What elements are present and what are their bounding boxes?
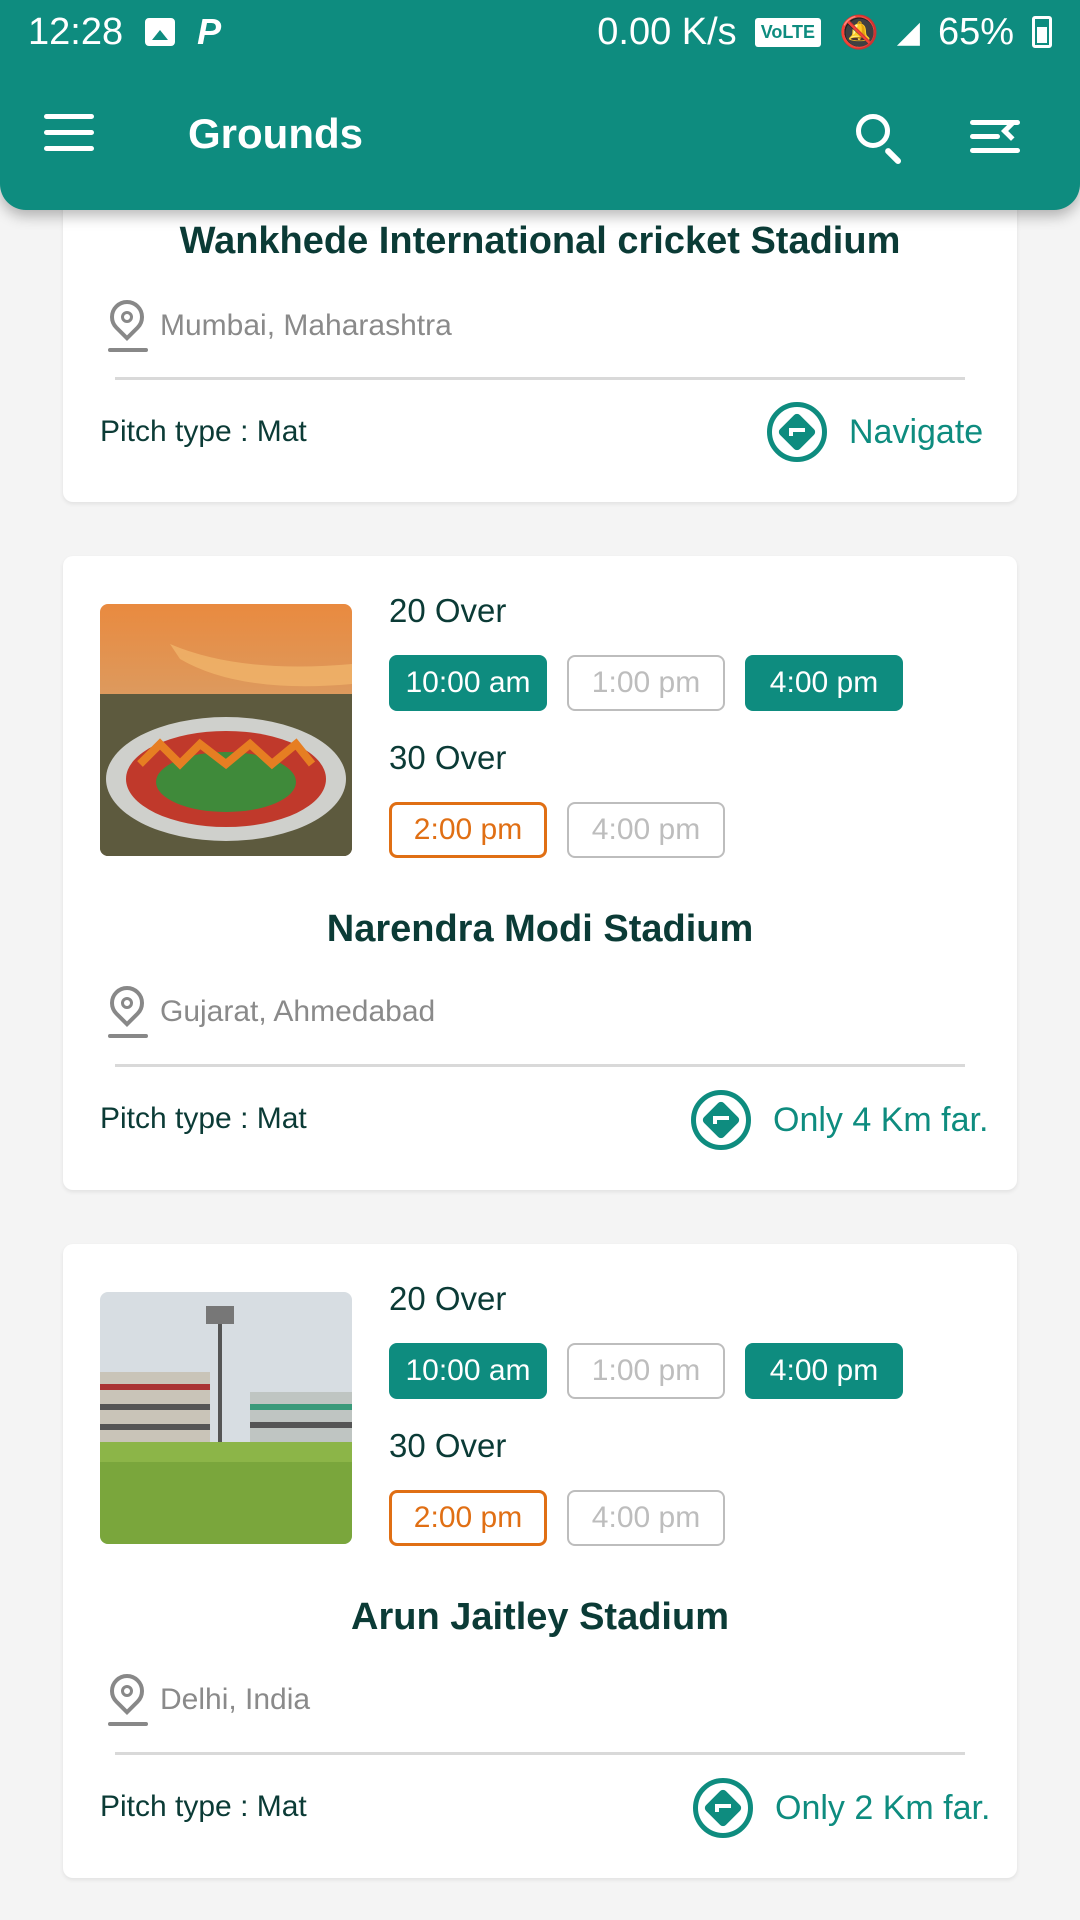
- location-pin-icon: [102, 292, 152, 352]
- gallery-notification-icon: [145, 18, 176, 46]
- stadium-thumbnail: [100, 604, 352, 856]
- ground-card[interactable]: 20 Over 10:00 am 1:00 pm 4:00 pm 30 Over…: [63, 556, 1017, 1190]
- ground-location: Mumbai, Maharashtra: [160, 309, 452, 342]
- ground-name: Wankhede International cricket Stadium: [179, 220, 901, 262]
- search-icon[interactable]: [852, 110, 908, 166]
- navigate-label: Navigate: [849, 412, 984, 451]
- distance-label: Only 4 Km far.: [773, 1100, 989, 1139]
- location-row: Mumbai, Maharashtra: [102, 292, 452, 352]
- directions-icon: [691, 1090, 751, 1150]
- time-slot[interactable]: 4:00 pm: [567, 802, 725, 858]
- net-speed: 0.00 K/s: [597, 10, 737, 53]
- pitch-type: Pitch type : Mat: [100, 1790, 307, 1823]
- time-slot[interactable]: 1:00 pm: [567, 655, 725, 711]
- ground-card[interactable]: 20 Over 10:00 am 1:00 pm 4:00 pm 30 Over…: [63, 1244, 1017, 1878]
- battery-level: 65%: [937, 10, 1014, 53]
- sort-filter-icon[interactable]: [970, 114, 1026, 158]
- location-row: Delhi, India: [102, 1666, 311, 1726]
- battery-icon: [1032, 16, 1052, 48]
- ground-location: Delhi, India: [160, 1683, 311, 1716]
- ground-name: Arun Jaitley Stadium: [351, 1596, 729, 1638]
- distance-navigate-button[interactable]: Only 4 Km far.: [691, 1090, 988, 1150]
- volte-badge: VoLTE: [754, 17, 822, 47]
- pitch-type: Pitch type : Mat: [100, 1102, 307, 1135]
- divider: [115, 1752, 965, 1755]
- time-slot[interactable]: 1:00 pm: [567, 1343, 725, 1399]
- page-title: Grounds: [188, 110, 363, 157]
- location-row: Gujarat, Ahmedabad: [102, 978, 436, 1038]
- navigate-button[interactable]: Navigate: [767, 402, 983, 462]
- signal-icon: ◢: [896, 15, 920, 49]
- mute-bell-icon: 🔕: [839, 14, 879, 50]
- over-20-label: 20 Over: [389, 592, 507, 629]
- top-app-bar: 12:28 P 0.00 K/s VoLTE 🔕 ◢ 65% Grounds: [0, 0, 1080, 210]
- divider: [115, 377, 965, 380]
- location-pin-icon: [102, 1666, 152, 1726]
- over-20-label: 20 Over: [389, 1280, 507, 1317]
- app-bar: Grounds: [0, 84, 1080, 188]
- over-30-label: 30 Over: [389, 739, 507, 776]
- pitch-type: Pitch type : Mat: [100, 415, 307, 448]
- location-pin-icon: [102, 978, 152, 1038]
- status-bar: 12:28 P 0.00 K/s VoLTE 🔕 ◢ 65%: [0, 0, 1080, 64]
- time-slot[interactable]: 10:00 am: [389, 1343, 547, 1399]
- ground-name: Narendra Modi Stadium: [326, 908, 754, 950]
- hamburger-menu-icon[interactable]: [44, 114, 104, 158]
- stadium-thumbnail: [100, 1292, 352, 1544]
- directions-icon: [767, 402, 827, 462]
- time-slot[interactable]: 2:00 pm: [389, 802, 547, 858]
- time-slot[interactable]: 10:00 am: [389, 655, 547, 711]
- time-slot[interactable]: 4:00 pm: [567, 1490, 725, 1546]
- over-30-label: 30 Over: [389, 1427, 507, 1464]
- parking-notification-icon: P: [197, 11, 222, 52]
- directions-icon: [693, 1778, 753, 1838]
- time-slot[interactable]: 4:00 pm: [745, 1343, 903, 1399]
- time-slot[interactable]: 2:00 pm: [389, 1490, 547, 1546]
- status-time: 12:28: [28, 10, 124, 53]
- distance-navigate-button[interactable]: Only 2 Km far.: [693, 1778, 990, 1838]
- ground-location: Gujarat, Ahmedabad: [160, 995, 436, 1028]
- divider: [115, 1064, 965, 1067]
- time-slot[interactable]: 4:00 pm: [745, 655, 903, 711]
- distance-label: Only 2 Km far.: [775, 1788, 991, 1827]
